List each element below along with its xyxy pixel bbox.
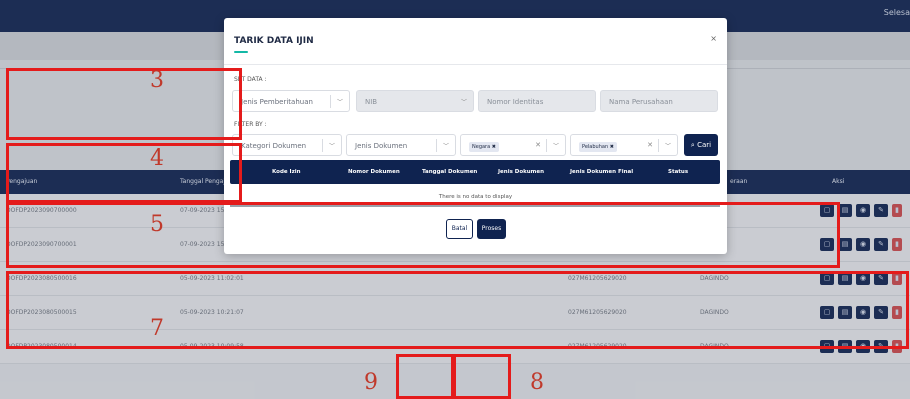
annotation-label-5: 5 xyxy=(150,212,164,237)
clear-icon[interactable]: ✕ xyxy=(647,141,653,149)
select-placeholder: Jenis Pemberitahuan xyxy=(241,98,313,106)
negara-multiselect[interactable]: Negara ✖ ✕ ﹀ xyxy=(460,134,566,156)
annotation-box-8 xyxy=(453,354,511,399)
kategori-dokumen-select[interactable]: Kategori Dokumen ﹀ xyxy=(232,134,342,156)
nib-select[interactable]: NIB ﹀ xyxy=(356,90,474,112)
chevron-down-icon: ﹀ xyxy=(336,99,343,106)
annotation-label-4: 4 xyxy=(150,146,164,171)
pelabuhan-multiselect[interactable]: Pelabuhan ✖ ✕ ﹀ xyxy=(570,134,678,156)
no-data-message: There is no data to display xyxy=(438,194,513,200)
negara-chip[interactable]: Negara ✖ xyxy=(469,142,499,152)
col-kode-izin: Kode Izin xyxy=(272,169,301,175)
jenis-dokumen-select[interactable]: Jenis Dokumen ﹀ xyxy=(346,134,456,156)
header-divider xyxy=(224,64,727,65)
chevron-down-icon: ﹀ xyxy=(460,99,467,106)
annotation-label-3: 3 xyxy=(150,68,164,93)
col-nomor-dokumen: Nomor Dokumen xyxy=(348,169,400,175)
chevron-down-icon: ﹀ xyxy=(664,143,671,150)
close-icon[interactable]: × xyxy=(710,34,717,43)
title-underline xyxy=(234,51,248,53)
nama-perusahaan-field[interactable]: Nama Perusahaan xyxy=(600,90,718,112)
chevron-down-icon: ﹀ xyxy=(552,143,559,150)
annotation-label-8: 8 xyxy=(530,370,544,395)
modal-title: TARIK DATA IJIN xyxy=(234,36,314,46)
cari-label: Cari xyxy=(697,141,712,149)
cari-button[interactable]: ⌕ Cari xyxy=(684,134,718,156)
annotation-box-5 xyxy=(6,202,840,268)
chevron-down-icon: ﹀ xyxy=(328,143,335,150)
chevron-down-icon: ﹀ xyxy=(442,143,449,150)
select-placeholder: Jenis Dokumen xyxy=(355,142,408,150)
col-tanggal-dokumen: Tanggal Dokumen xyxy=(422,169,478,175)
annotation-box-3 xyxy=(6,68,242,140)
annotation-box-9 xyxy=(396,354,454,399)
pelabuhan-chip[interactable]: Pelabuhan ✖ xyxy=(579,142,617,152)
select-placeholder: NIB xyxy=(365,98,378,106)
annotation-label-7: 7 xyxy=(150,316,164,341)
result-table-header: Kode Izin Nomor Dokumen Tanggal Dokumen … xyxy=(230,160,720,184)
nomor-identitas-field[interactable]: Nomor Identitas xyxy=(478,90,596,112)
input-placeholder: Nama Perusahaan xyxy=(609,98,673,106)
search-icon: ⌕ xyxy=(690,141,695,149)
col-status: Status xyxy=(668,169,689,175)
annotation-label-9: 9 xyxy=(364,370,378,395)
clear-icon[interactable]: ✕ xyxy=(535,141,541,149)
input-placeholder: Nomor Identitas xyxy=(487,98,544,106)
col-jenis-dokumen: Jenis Dokumen xyxy=(498,169,545,175)
col-jenis-dokumen-final: Jenis Dokumen Final xyxy=(570,169,634,175)
annotation-box-4 xyxy=(6,143,242,203)
annotation-box-7 xyxy=(6,271,909,349)
jenis-pemberitahuan-select[interactable]: Jenis Pemberitahuan ﹀ xyxy=(232,90,350,112)
select-placeholder: Kategori Dokumen xyxy=(241,142,307,150)
